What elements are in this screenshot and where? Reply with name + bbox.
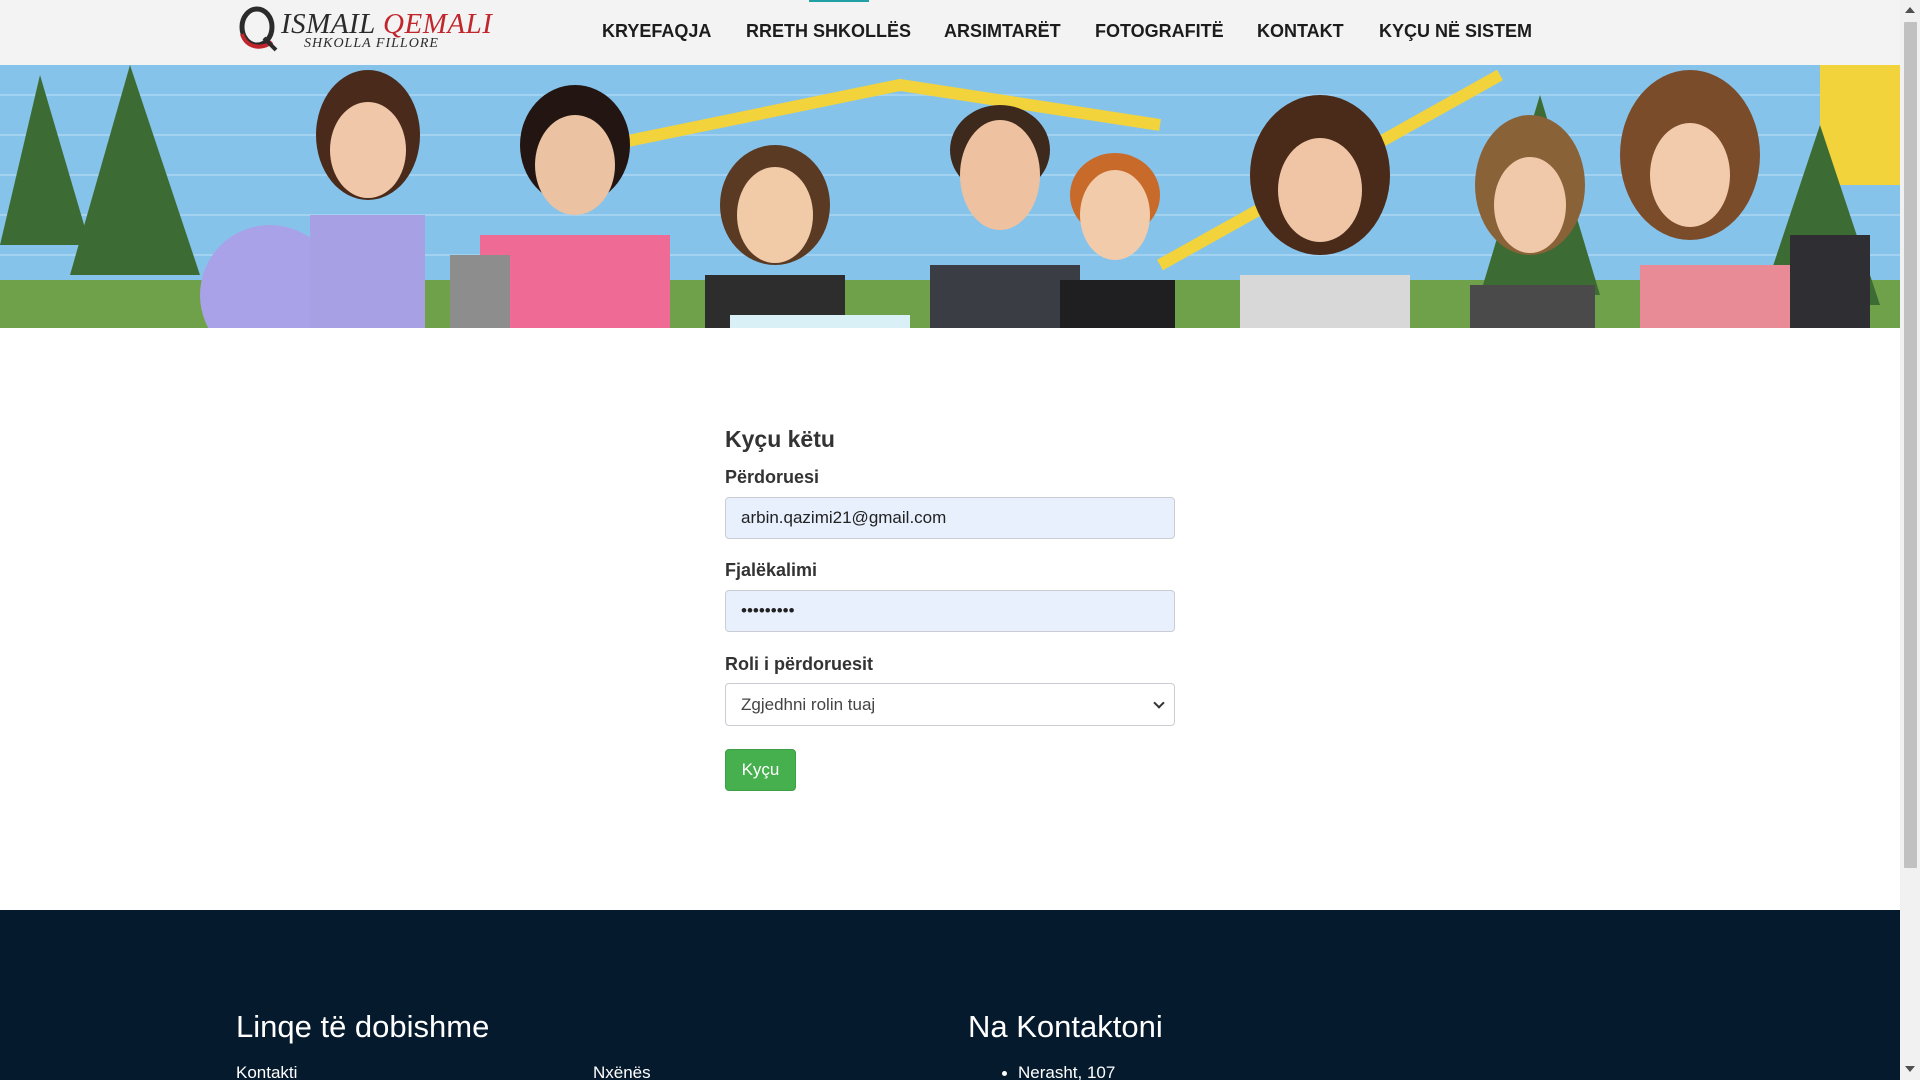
password-input[interactable]: [725, 590, 1175, 632]
footer-link-kontakti[interactable]: Kontakti: [236, 1063, 297, 1080]
nav-item-rreth-shkolles[interactable]: RRETH SHKOLLËS: [746, 21, 911, 42]
role-select[interactable]: Zgjedhni rolin tuaj: [725, 683, 1175, 726]
page-scrollbar[interactable]: [1900, 0, 1920, 1080]
username-input[interactable]: [725, 497, 1175, 539]
site-footer: Linqe të dobishme Kontakti Nxënës Na Kon…: [0, 910, 1900, 1080]
scroll-up-arrow-icon[interactable]: [1905, 7, 1915, 13]
login-button[interactable]: Kyçu: [725, 749, 796, 791]
role-select-value: Zgjedhni rolin tuaj: [741, 695, 876, 714]
nav-item-kontakt[interactable]: KONTAKT: [1257, 21, 1344, 42]
list-bullet-icon: [1002, 1071, 1007, 1076]
username-label: Përdoruesi: [725, 467, 820, 487]
role-label: Roli i përdoruesit: [725, 654, 874, 674]
site-header: ISMAIL QEMALI SHKOLLA FILLORE KRYEFAQJA …: [0, 0, 1900, 65]
useful-links-heading: Linqe të dobishme: [236, 1009, 490, 1044]
scroll-down-arrow-icon[interactable]: [1905, 1066, 1915, 1072]
nav-item-fotografite[interactable]: FOTOGRAFITË: [1095, 21, 1224, 42]
footer-link-nxenes[interactable]: Nxënës: [593, 1063, 651, 1080]
nav-item-kycu-ne-sistem[interactable]: KYÇU NË SISTEM: [1379, 21, 1532, 42]
nav-item-arsimtaret[interactable]: ARSIMTARËT: [944, 21, 1061, 42]
chevron-down-icon: [1153, 697, 1165, 709]
contact-heading: Na Kontaktoni: [968, 1009, 1163, 1044]
form-title: Kyçu këtu: [725, 426, 835, 452]
main-nav: KRYEFAQJA RRETH SHKOLLËS ARSIMTARËT FOTO…: [0, 0, 1900, 65]
password-label: Fjalëkalimi: [725, 560, 818, 580]
contact-address: Nerasht, 107: [1018, 1063, 1116, 1080]
nav-active-indicator: [809, 0, 869, 2]
hero-students-photo: [0, 65, 1900, 328]
scrollbar-thumb[interactable]: [1904, 22, 1917, 868]
hero-banner-image: [0, 65, 1900, 328]
nav-item-kryefaqja[interactable]: KRYEFAQJA: [602, 21, 711, 42]
